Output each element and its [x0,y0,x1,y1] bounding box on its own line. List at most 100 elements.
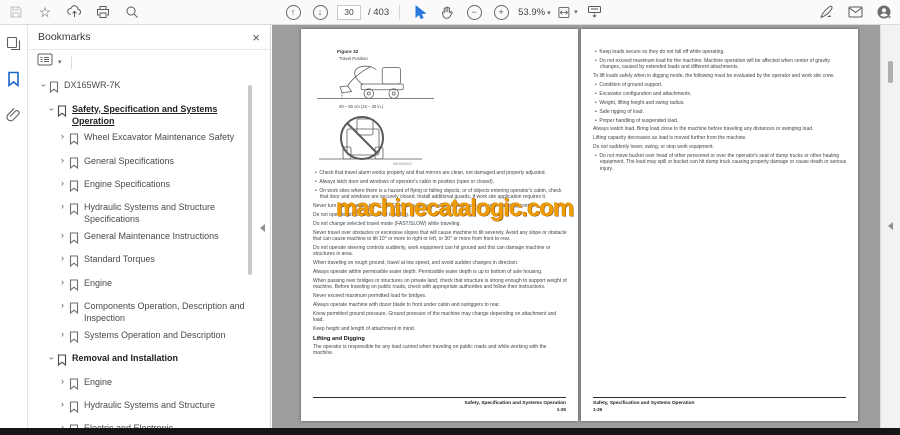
fit-width-dropdown[interactable]: ▾ [558,2,578,22]
safety-instruction: Condition of ground support. [593,82,848,88]
attachments-icon[interactable] [6,107,21,128]
bookmark-icon [69,131,84,150]
zoom-in-button[interactable]: + [491,2,511,22]
bookmark-label: Safety, Specification and Systems Operat… [72,103,218,126]
bookmarks-panel: Bookmarks × ▾ › DX165WR-7K › Safety, Spe… [28,25,271,428]
document-scrollbar-track[interactable] [880,25,900,428]
select-tool-icon[interactable] [410,2,430,22]
bookmark-item-general-specifications[interactable]: › General Specifications [28,152,254,175]
chevron-right-icon[interactable]: › [56,178,69,190]
fill-sign-icon[interactable] [816,2,836,22]
chevron-right-icon[interactable]: › [56,300,69,312]
safety-instruction: Check that travel alarm works properly a… [313,170,568,176]
bookmarks-panel-icon[interactable] [7,71,20,92]
safety-instruction: Keep loads secure so they do not fall of… [593,49,848,55]
bookmark-tree: › DX165WR-7K › Safety, Specification and… [28,77,254,428]
previous-page-button[interactable]: ↑ [283,2,303,22]
bookmark-item-engine[interactable]: › Engine [28,275,254,298]
bookmarks-scrollbar[interactable] [248,85,252,275]
account-avatar-icon[interactable] [874,2,894,22]
bookmark-icon [69,329,84,348]
bookmark-item-electric-and-electronic[interactable]: › Electric and Electronic [28,420,254,428]
footer-page-number: 1-25 [556,407,566,412]
bookmark-icon [69,155,84,174]
search-icon[interactable] [122,2,142,22]
bookmark-item-systems-operation-description[interactable]: › Systems Operation and Description [28,327,254,350]
chevron-down-icon[interactable]: › [45,102,57,115]
bookmark-icon [69,399,84,418]
tools-collapse-arrow-icon[interactable] [888,222,893,230]
safety-instruction: Lifting capacity decreases as load is mo… [593,135,747,142]
bookmark-label: Engine [84,277,113,288]
zoom-level-dropdown[interactable]: 53.9% ▾ [518,7,550,18]
save-icon[interactable] [6,2,26,22]
bookmark-icon [69,376,84,395]
bookmarks-options-row: ▾ [28,50,270,74]
bookmark-label: Standard Torques [84,254,155,265]
bookmark-item-wheel-excavator-maintenance-safety[interactable]: › Wheel Excavator Maintenance Safety [28,129,254,152]
chevron-right-icon[interactable]: › [56,399,69,411]
chevron-right-icon[interactable]: › [56,329,69,341]
safety-instruction: Do not exceed maximum load for the machi… [593,58,848,71]
safety-instruction: Do not move bucket over head of other pe… [593,153,848,172]
travel-clearance-dimension: 40 – 50 cm (16 – 20 in.) [339,104,384,109]
toolbar-right-group [816,0,894,24]
chevron-right-icon[interactable]: › [56,253,69,265]
chevron-right-icon[interactable]: › [56,155,69,167]
bookmark-icon [69,300,84,319]
zoom-out-button[interactable]: − [464,2,484,22]
bookmark-options-button[interactable] [37,53,53,71]
toolbar-display-icon[interactable] [585,2,605,22]
hand-tool-icon[interactable] [437,2,457,22]
bookmarks-panel-header: Bookmarks × [28,25,270,50]
chevron-down-icon[interactable]: › [45,352,57,365]
mail-icon[interactable] [845,2,865,22]
safety-instruction: Excavator configuration and attachments. [593,91,848,97]
safety-instruction: When traveling on rough ground, travel a… [313,260,519,267]
chevron-down-icon[interactable]: › [37,79,49,92]
minus-icon: − [466,4,482,20]
bookmark-item-safety-specification[interactable]: › Safety, Specification and Systems Oper… [28,100,254,129]
down-arrow-icon: ↓ [312,4,328,20]
bookmark-item-general-maintenance-instructions[interactable]: › General Maintenance Instructions [28,228,254,251]
close-icon[interactable]: × [252,30,260,45]
share-icon[interactable] [64,2,84,22]
bookmark-icon [57,352,72,371]
document-scrollbar-thumb[interactable] [888,61,893,83]
toolbar-center-group: ↑ ↓ / 403 − + 53.9%▾ ▾ [283,0,605,24]
chevron-right-icon[interactable]: › [56,376,69,388]
page-thumbnails-icon[interactable] [6,36,21,56]
bookmark-item-removal-engine[interactable]: › Engine [28,373,254,396]
bookmark-item-root[interactable]: › DX165WR-7K [28,77,254,100]
bookmark-item-hydraulic-systems-specifications[interactable]: › Hydraulic Systems and Structure Specif… [28,199,254,228]
bookmark-icon [69,253,84,272]
next-page-button[interactable]: ↓ [310,2,330,22]
safety-instruction: Know permitted ground pressure. Ground p… [313,310,557,324]
safety-instruction: Safe rigging of load. [593,109,848,115]
bookmark-item-removal-and-installation[interactable]: › Removal and Installation [28,350,254,373]
page-number-input[interactable] [337,4,361,20]
safety-instruction: When passing over bridges or structures … [313,277,567,291]
star-icon[interactable]: ☆ [35,2,55,22]
bookmark-item-components-operation[interactable]: › Components Operation, Description and … [28,298,254,327]
up-arrow-icon: ↑ [285,4,301,20]
chevron-right-icon[interactable]: › [56,277,69,289]
bookmark-label: Hydraulic Systems and Structure [84,399,216,410]
safety-instruction: Always operate machine with dozer blade … [313,301,501,308]
bookmark-label: Components Operation, Description and In… [84,301,245,324]
bookmark-item-standard-torques[interactable]: › Standard Torques [28,251,254,274]
chevron-right-icon[interactable]: › [56,201,69,213]
chevron-down-icon: ▾ [58,59,62,66]
safety-instruction: Keep height and length of attachment in … [313,325,416,332]
bookmark-icon [69,230,84,249]
bookmark-item-engine-specifications[interactable]: › Engine Specifications [28,176,254,199]
bookmark-item-hydraulic-systems-structure[interactable]: › Hydraulic Systems and Structure [28,397,254,420]
safety-instruction: Do not suddenly lower, swing, or stop wo… [593,144,714,151]
chevron-right-icon[interactable]: › [56,131,69,143]
bookmark-icon [69,201,84,220]
manual-page-left: Figure 32 Travel Position 40 – 50 cm (16… [301,29,578,421]
print-icon[interactable] [93,2,113,22]
panel-collapse-arrow-icon[interactable] [260,224,265,232]
plus-icon: + [493,4,509,20]
chevron-right-icon[interactable]: › [56,230,69,242]
